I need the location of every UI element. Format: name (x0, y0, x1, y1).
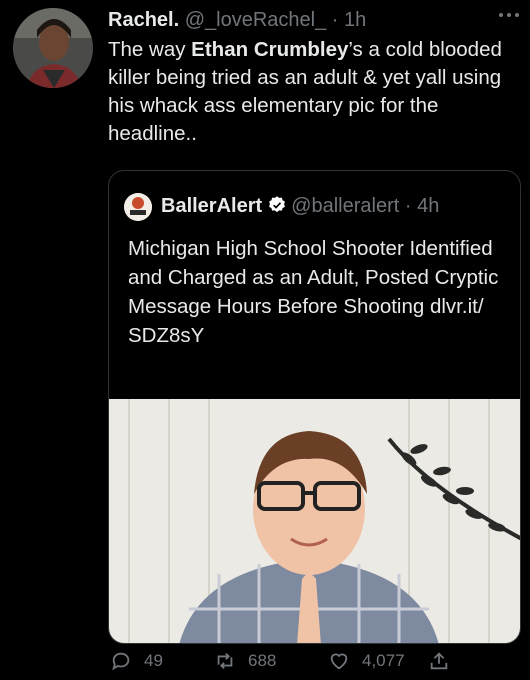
verified-icon (269, 196, 286, 213)
baller-alert-logo (124, 193, 152, 221)
author-handle[interactable]: @_loveRachel_ (185, 9, 327, 31)
quoted-handle[interactable]: @balleralert (291, 195, 399, 217)
meta-separator: · (331, 9, 339, 31)
quoted-text: Michigan High School Shooter Identified … (128, 237, 499, 347)
tweet-time[interactable]: 1h (344, 9, 366, 31)
quoted-header: BallerAlert @balleralert · 4h (161, 193, 439, 219)
tweet-header: Rachel. @_loveRachel_ · 1h (108, 7, 366, 33)
media-photo (109, 399, 520, 643)
share-button[interactable] (428, 650, 462, 672)
reply-button[interactable]: 49 (110, 650, 163, 672)
more-icon[interactable] (497, 10, 521, 20)
avatar[interactable] (13, 8, 93, 88)
quoted-time[interactable]: 4h (417, 195, 439, 217)
reply-icon (112, 652, 130, 671)
retweet-icon (217, 653, 233, 669)
quoted-author-name[interactable]: BallerAlert (161, 195, 262, 217)
tweet-text-bold: Ethan Crumbley (191, 38, 349, 61)
like-button[interactable]: 4,077 (328, 650, 405, 672)
quoted-media-image[interactable] (109, 399, 520, 643)
quoted-avatar[interactable] (124, 193, 152, 221)
tweet-text-prefix: The way (108, 38, 192, 61)
quoted-tweet[interactable]: BallerAlert @balleralert · 4h Michigan H… (108, 170, 521, 644)
retweet-count: 688 (248, 651, 277, 670)
like-icon (330, 653, 348, 670)
like-count: 4,077 (362, 651, 405, 670)
retweet-button[interactable]: 688 (214, 650, 276, 672)
share-icon (430, 652, 448, 670)
action-bar: 49 688 4,077 (0, 650, 530, 676)
tweet-text: The way Ethan Crumbley’s a cold blooded … (108, 36, 523, 148)
quoted-separator: · (404, 195, 412, 217)
reply-count: 49 (144, 651, 163, 670)
author-name[interactable]: Rachel. (108, 9, 179, 31)
avatar-image (13, 8, 93, 88)
